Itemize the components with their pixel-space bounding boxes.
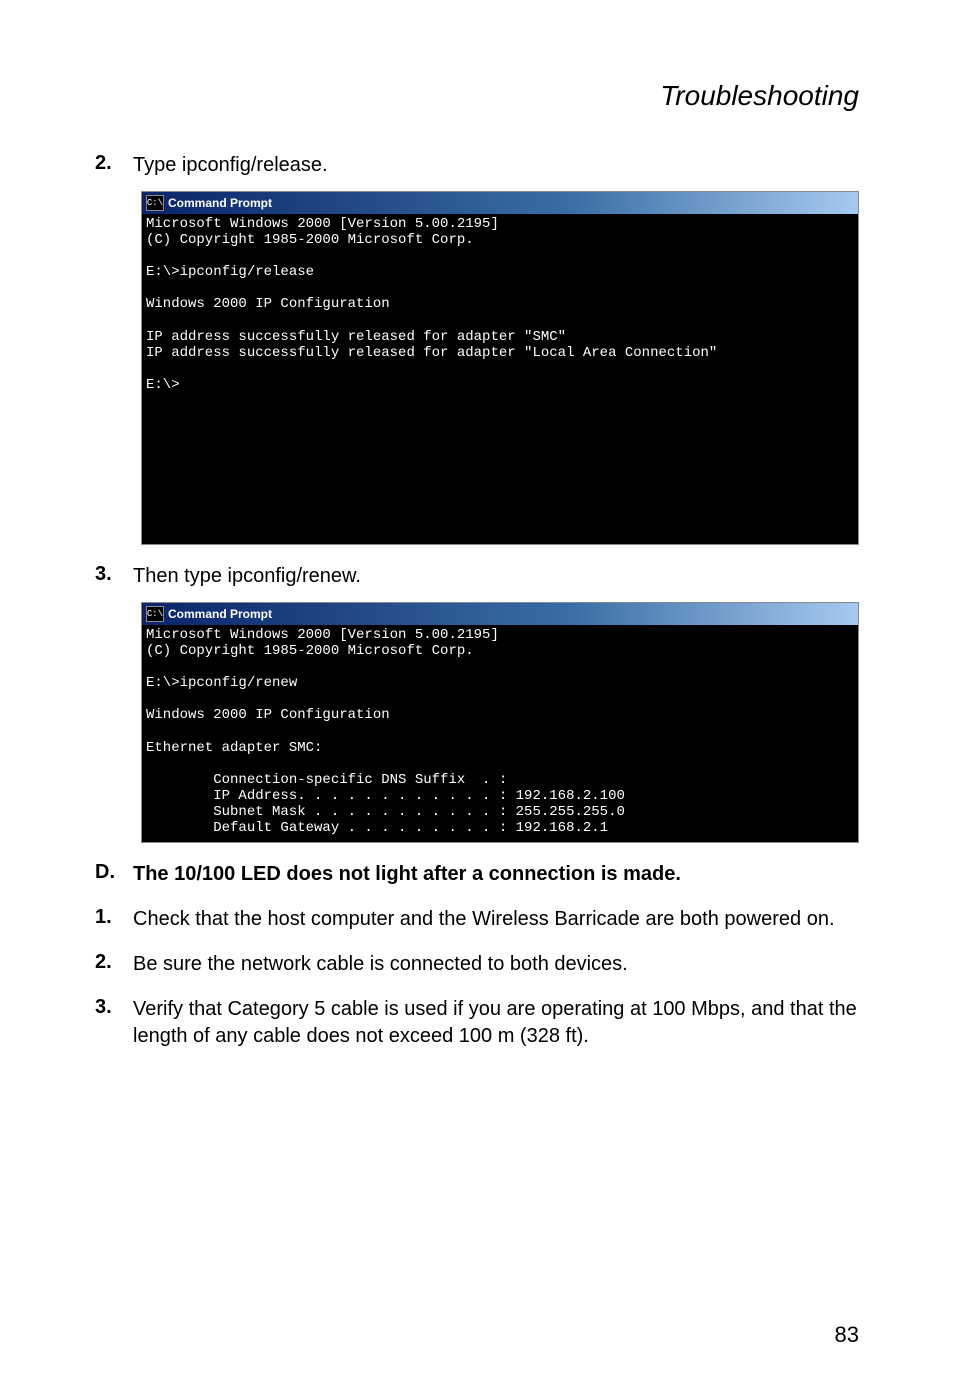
step-text: Type ipconfig/release. <box>133 152 328 179</box>
step-d: D. The 10/100 LED does not light after a… <box>95 861 859 888</box>
section-title: Troubleshooting <box>95 80 859 112</box>
titlebar-text: Command Prompt <box>168 607 272 621</box>
step-number: 2. <box>95 951 133 978</box>
step-text: Be sure the network cable is connected t… <box>133 951 628 978</box>
titlebar: C:\ Command Prompt <box>142 603 858 625</box>
titlebar-text: Command Prompt <box>168 196 272 210</box>
cmd-icon: C:\ <box>146 195 164 211</box>
command-prompt-window-release: C:\ Command Prompt Microsoft Windows 200… <box>141 191 859 545</box>
step-2: 2. Type ipconfig/release. <box>95 152 859 179</box>
step-text: Then type ipconfig/renew. <box>133 563 361 590</box>
step-number: 3. <box>95 996 133 1050</box>
terminal-output: Microsoft Windows 2000 [Version 5.00.219… <box>142 625 858 842</box>
step-number: 3. <box>95 563 133 590</box>
cmd-icon: C:\ <box>146 606 164 622</box>
step-d2: 2. Be sure the network cable is connecte… <box>95 951 859 978</box>
document-page: Troubleshooting 2. Type ipconfig/release… <box>0 0 954 1388</box>
step-d1: 1. Check that the host computer and the … <box>95 906 859 933</box>
page-number: 83 <box>835 1322 859 1348</box>
command-prompt-window-renew: C:\ Command Prompt Microsoft Windows 200… <box>141 602 859 843</box>
step-heading: The 10/100 LED does not light after a co… <box>133 861 681 888</box>
step-number: 2. <box>95 152 133 179</box>
step-text: Check that the host computer and the Wir… <box>133 906 835 933</box>
step-letter: D. <box>95 861 133 888</box>
step-d3: 3. Verify that Category 5 cable is used … <box>95 996 859 1050</box>
terminal-output: Microsoft Windows 2000 [Version 5.00.219… <box>142 214 858 544</box>
step-3: 3. Then type ipconfig/renew. <box>95 563 859 590</box>
titlebar: C:\ Command Prompt <box>142 192 858 214</box>
step-number: 1. <box>95 906 133 933</box>
step-text: Verify that Category 5 cable is used if … <box>133 996 859 1050</box>
